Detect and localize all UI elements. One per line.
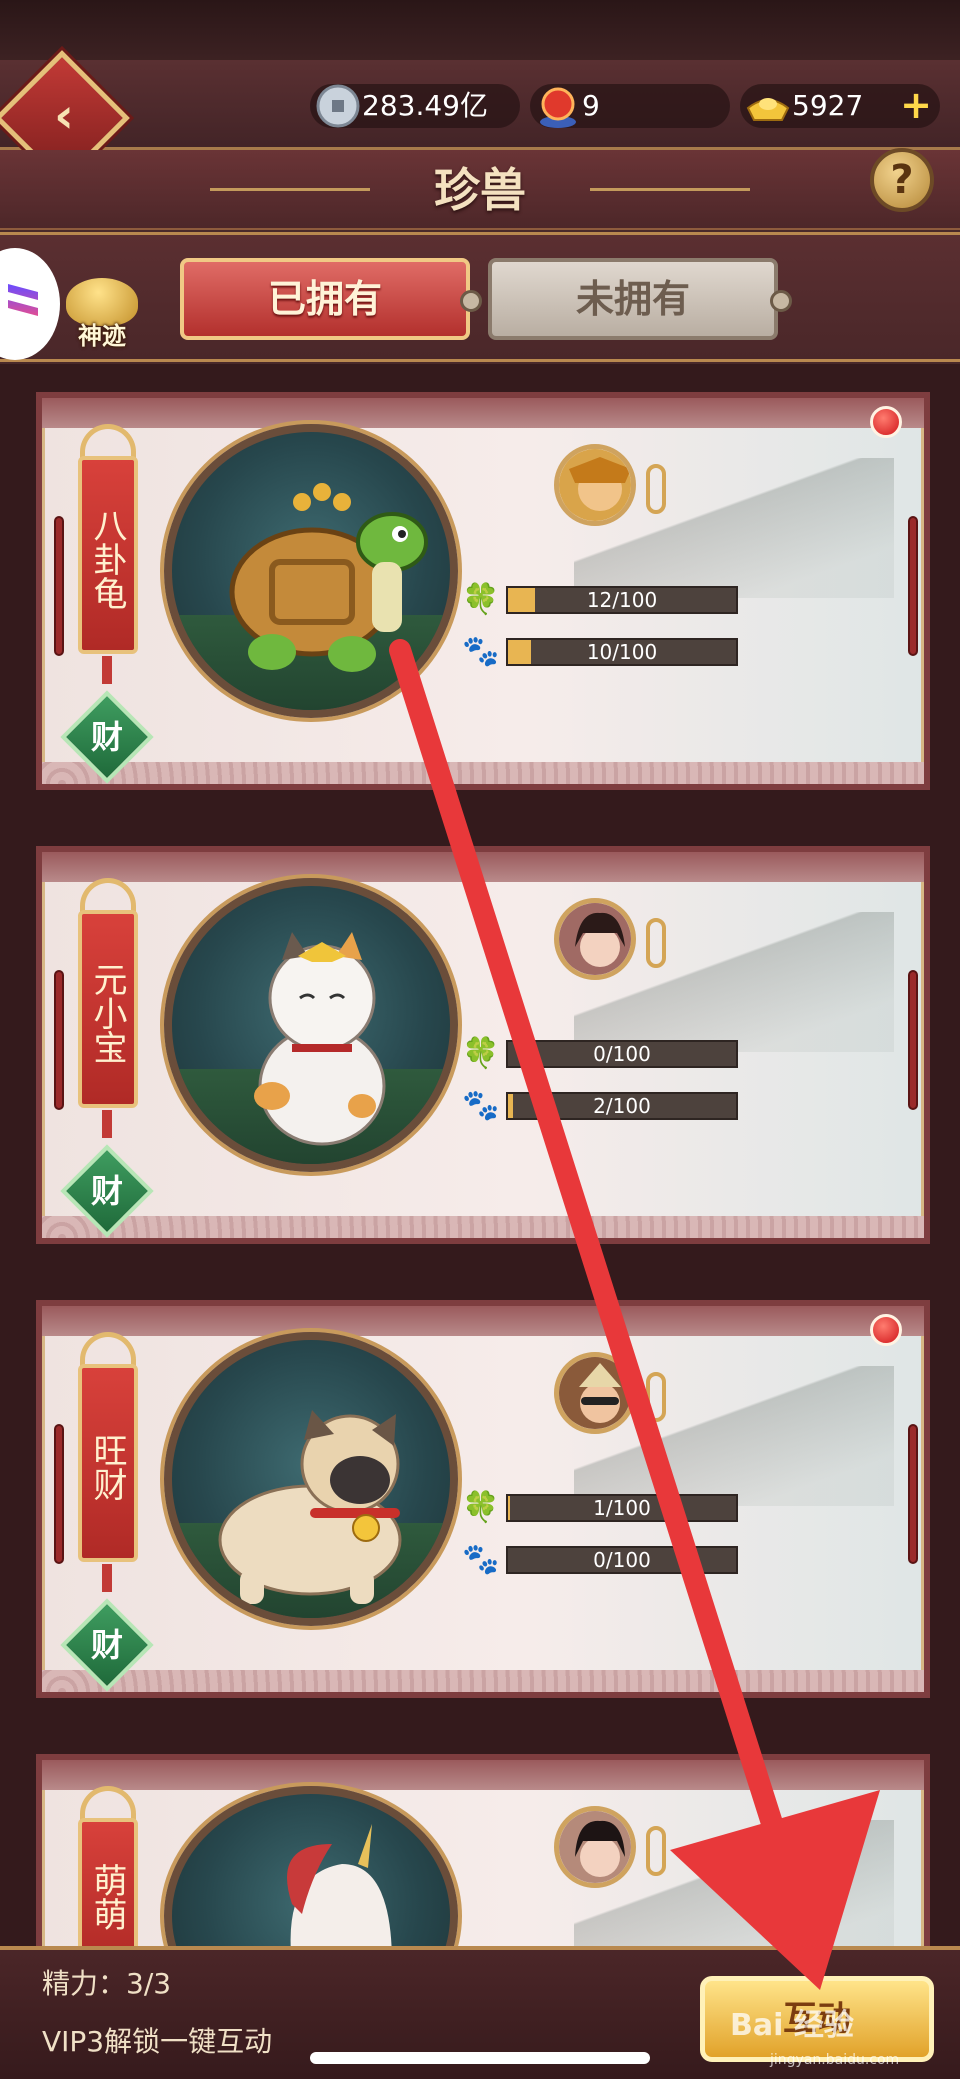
gold-resource: 5927 + [740,84,940,128]
help-button[interactable]: ? [870,148,934,212]
wealth-badge-text: 财 [90,1172,123,1210]
notification-dot [870,1314,902,1346]
banner-cap [80,878,136,914]
care-bar: 0/100 [506,1546,738,1574]
orb-value: 9 [582,89,600,122]
unicorn-illustration [287,1824,392,1964]
page-title: 珍兽 [434,163,526,217]
pet-card[interactable]: 元小宝 财 🍀 0/100 🐾 2/100 [36,846,930,1244]
pet-name: 八卦龟 [78,456,138,654]
stat-row-affinity: 🍀 1/100 [462,1490,842,1525]
owner-avatar[interactable] [554,444,636,526]
chain-link-icon [646,1826,666,1876]
vip-unlock-label: VIP3解锁一键互动 [42,2025,273,2058]
stat-row-affinity: 🍀 12/100 [462,582,842,617]
affinity-value: 1/100 [593,1496,651,1520]
tab-connector [770,290,792,312]
gold-value: 5927 [792,89,864,122]
affinity-bar: 12/100 [506,586,738,614]
watermark-url: jingyan.baidu.com [770,2052,900,2068]
care-value: 2/100 [593,1094,651,1118]
owner-avatar[interactable] [554,1806,636,1888]
stat-row-care: 🐾 2/100 [462,1088,842,1123]
pet-card[interactable]: 八卦龟 财 🍀 12/100 🐾 10/100 [36,392,930,790]
card-rail-right [908,1424,918,1564]
card-header-strip [42,852,924,882]
pet-name: 元小宝 [78,910,138,1108]
owner-avatar[interactable] [554,898,636,980]
pet-portrait[interactable] [164,878,458,1172]
affinity-value: 12/100 [586,588,658,612]
card-footer-pattern [42,1216,924,1238]
banner-tassel [102,1110,112,1138]
card-rail-left [54,970,64,1110]
clover-icon: 🍀 [462,582,500,617]
chain-link-icon [646,918,666,968]
stat-row-care: 🐾 0/100 [462,1542,842,1577]
owner-avatar[interactable] [554,1352,636,1434]
clover-icon: 🍀 [462,1036,500,1071]
silver-coin-icon [316,84,360,128]
logo-bars-icon [8,284,38,316]
card-rail-right [908,970,918,1110]
red-orb-icon [540,87,576,128]
pet-portrait[interactable] [164,1332,458,1626]
cat-illustration [254,932,386,1146]
pug-illustration [218,1410,402,1604]
care-value: 0/100 [593,1548,651,1572]
paw-icon: 🐾 [462,1542,500,1577]
gold-ingot-icon [746,98,790,121]
notification-dot [870,406,902,438]
title-divider-right [590,188,750,191]
banner-tassel [102,1564,112,1592]
pet-card[interactable]: 萌萌 [36,1754,930,2046]
wealth-badge-text: 财 [90,1626,123,1664]
banner-tassel [102,656,112,684]
title-divider-left [210,188,370,191]
card-header-strip [42,1760,924,1790]
clover-icon: 🍀 [462,1490,500,1525]
home-indicator[interactable] [310,2052,650,2064]
care-value: 10/100 [586,640,658,664]
chain-link-icon [646,1372,666,1422]
pet-name: 旺财 [78,1364,138,1562]
stat-row-care: 🐾 10/100 [462,634,842,669]
pet-card[interactable]: 旺财 财 🍀 1/100 🐾 0/100 [36,1300,930,1698]
card-footer-pattern [42,762,924,784]
tab-unowned[interactable]: 未拥有 [488,258,778,340]
silver-resource: 283.49亿 [310,84,520,128]
paw-icon: 🐾 [462,1088,500,1123]
add-gold-button[interactable]: + [898,86,934,124]
card-footer-pattern [42,1670,924,1692]
tab-connector [460,290,482,312]
banner-cap [80,1332,136,1368]
care-bar: 10/100 [506,638,738,666]
silver-value: 283.49亿 [362,89,488,122]
chain-link-icon [646,464,666,514]
paw-icon: 🐾 [462,634,500,669]
affinity-bar: 0/100 [506,1040,738,1068]
card-rail-right [908,516,918,656]
care-bar: 2/100 [506,1092,738,1120]
tab-owned[interactable]: 已拥有 [180,258,470,340]
affinity-bar: 1/100 [506,1494,738,1522]
card-rail-left [54,516,64,656]
card-header-strip [42,398,924,428]
watermark-text: Bai 经验 [730,2008,854,2043]
card-header-strip [42,1306,924,1336]
orb-resource: 9 [530,84,730,128]
banner-cap [80,424,136,460]
shenji-label: 神迹 [78,321,126,350]
back-diamond-icon[interactable]: ‹ [34,86,94,146]
affinity-value: 0/100 [593,1042,651,1066]
stat-row-affinity: 🍀 0/100 [462,1036,842,1071]
wealth-badge-text: 财 [90,718,123,756]
turtle-illustration [229,483,428,672]
banner-cap [80,1786,136,1822]
pet-portrait[interactable] [164,424,458,718]
card-rail-left [54,1424,64,1564]
energy-label: 精力：3/3 [42,1967,172,2000]
shenji-button[interactable]: 神迹 [58,250,146,350]
